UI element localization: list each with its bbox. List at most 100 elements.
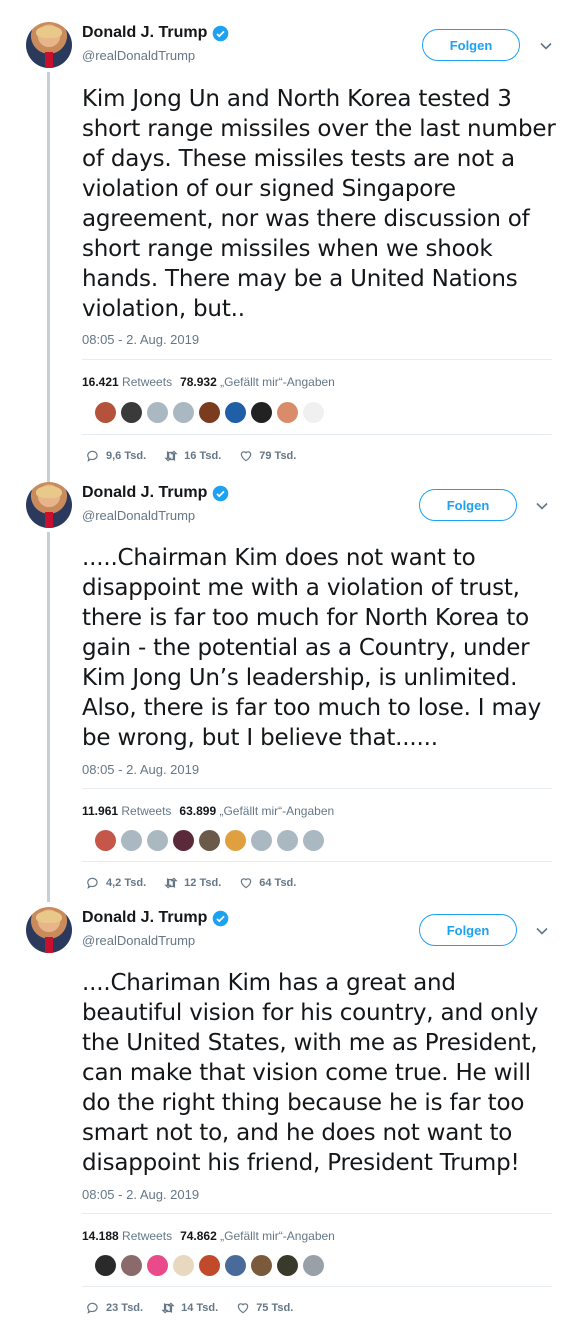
timestamp[interactable]: 08:05 - 2. Aug. 2019 bbox=[82, 1187, 199, 1202]
liker-avatar[interactable] bbox=[251, 402, 272, 423]
reply-icon bbox=[87, 450, 98, 462]
like-stat[interactable]: 63.899 „Gefällt mir“-Angaben bbox=[179, 804, 334, 818]
liker-avatar[interactable] bbox=[251, 1255, 272, 1276]
liker-avatar[interactable] bbox=[95, 402, 116, 423]
liker-avatar[interactable] bbox=[121, 402, 142, 423]
liker-avatar[interactable] bbox=[199, 1255, 220, 1276]
reply-action[interactable]: 4,2 Tsd. bbox=[86, 876, 146, 890]
verified-badge-icon bbox=[213, 910, 229, 926]
divider bbox=[82, 1286, 552, 1287]
thread-line bbox=[47, 532, 50, 902]
liker-avatar[interactable] bbox=[277, 402, 298, 423]
tweet-text: .....Chairman Kim does not want to disap… bbox=[82, 543, 562, 753]
like-stat-label: „Gefällt mir“-Angaben bbox=[220, 1229, 335, 1243]
divider bbox=[82, 788, 552, 789]
retweet-stat-label: Retweets bbox=[121, 804, 172, 818]
like-count: 79 Tsd. bbox=[259, 450, 297, 462]
author-handle[interactable]: @realDonaldTrump bbox=[82, 933, 195, 948]
retweet-action[interactable]: 14 Tsd. bbox=[161, 1301, 218, 1315]
heart-icon bbox=[240, 878, 252, 889]
liker-avatar[interactable] bbox=[173, 1255, 194, 1276]
avatar[interactable] bbox=[26, 907, 72, 953]
author-name[interactable]: Donald J. Trump bbox=[82, 24, 207, 42]
tweet-text-line: short range missiles over the last numbe… bbox=[82, 116, 556, 142]
like-action[interactable]: 75 Tsd. bbox=[236, 1301, 293, 1315]
tweet-text-line: smart not to, and he does not want to bbox=[82, 1120, 513, 1146]
avatar[interactable] bbox=[26, 482, 72, 528]
retweet-stat-count: 16.421 bbox=[82, 375, 119, 389]
follow-button[interactable]: Folgen bbox=[422, 29, 520, 61]
liker-avatar[interactable] bbox=[95, 830, 116, 851]
liker-avatar[interactable] bbox=[173, 830, 194, 851]
like-action[interactable]: 64 Tsd. bbox=[239, 876, 296, 890]
like-action[interactable]: 79 Tsd. bbox=[239, 449, 296, 463]
avatar[interactable] bbox=[26, 22, 72, 68]
retweet-stat-count: 14.188 bbox=[82, 1229, 119, 1243]
tweet-text-line: Kim Jong Un and North Korea tested 3 bbox=[82, 86, 512, 112]
engagement-stats: 14.188 Retweets 74.862 „Gefällt mir“-Ang… bbox=[82, 1229, 335, 1243]
retweet-stat[interactable]: 14.188 Retweets bbox=[82, 1229, 172, 1243]
liker-avatar[interactable] bbox=[199, 830, 220, 851]
liker-avatar[interactable] bbox=[121, 830, 142, 851]
liker-avatar[interactable] bbox=[121, 1255, 142, 1276]
tweet-text-line: disappoint his friend, President Trump! bbox=[82, 1150, 520, 1176]
tweet-text-line: do the right thing because he is far too bbox=[82, 1090, 525, 1116]
reply-action[interactable]: 23 Tsd. bbox=[86, 1301, 143, 1315]
author-handle[interactable]: @realDonaldTrump bbox=[82, 48, 195, 63]
like-stat[interactable]: 78.932 „Gefällt mir“-Angaben bbox=[180, 375, 335, 389]
heart-icon bbox=[237, 1303, 249, 1314]
liker-avatar[interactable] bbox=[303, 1255, 324, 1276]
like-stat-count: 78.932 bbox=[180, 375, 217, 389]
divider bbox=[82, 434, 552, 435]
thread-line bbox=[47, 72, 50, 482]
retweet-count: 12 Tsd. bbox=[184, 877, 222, 889]
author-name[interactable]: Donald J. Trump bbox=[82, 909, 207, 927]
liker-avatar[interactable] bbox=[147, 402, 168, 423]
like-stat-count: 74.862 bbox=[180, 1229, 217, 1243]
tweet-text-line: the United States, with me as President, bbox=[82, 1030, 538, 1056]
engagement-stats: 11.961 Retweets 63.899 „Gefällt mir“-Ang… bbox=[82, 804, 334, 818]
likers-avatars bbox=[95, 1255, 324, 1276]
author-name-row: Donald J. Trump bbox=[82, 484, 229, 502]
verified-badge-icon bbox=[213, 25, 229, 41]
divider bbox=[82, 359, 552, 360]
liker-avatar[interactable] bbox=[225, 1255, 246, 1276]
liker-avatar[interactable] bbox=[147, 830, 168, 851]
chevron-down-icon[interactable] bbox=[535, 499, 549, 513]
timestamp[interactable]: 08:05 - 2. Aug. 2019 bbox=[82, 332, 199, 347]
author-name[interactable]: Donald J. Trump bbox=[82, 484, 207, 502]
liker-avatar[interactable] bbox=[251, 830, 272, 851]
liker-avatar[interactable] bbox=[225, 830, 246, 851]
liker-avatar[interactable] bbox=[303, 402, 324, 423]
retweet-action[interactable]: 16 Tsd. bbox=[164, 449, 221, 463]
liker-avatar[interactable] bbox=[199, 402, 220, 423]
chevron-down-icon[interactable] bbox=[539, 39, 553, 53]
reply-action[interactable]: 9,6 Tsd. bbox=[86, 449, 146, 463]
likers-avatars bbox=[95, 830, 324, 851]
timestamp[interactable]: 08:05 - 2. Aug. 2019 bbox=[82, 762, 199, 777]
tweet-text-line: beautiful vision for his country, and on… bbox=[82, 1000, 539, 1026]
liker-avatar[interactable] bbox=[173, 402, 194, 423]
divider bbox=[82, 861, 552, 862]
liker-avatar[interactable] bbox=[277, 830, 298, 851]
chevron-down-icon[interactable] bbox=[535, 924, 549, 938]
like-stat-label: „Gefällt mir“-Angaben bbox=[220, 375, 335, 389]
liker-avatar[interactable] bbox=[95, 1255, 116, 1276]
liker-avatar[interactable] bbox=[277, 1255, 298, 1276]
liker-avatar[interactable] bbox=[225, 402, 246, 423]
retweet-stat[interactable]: 16.421 Retweets bbox=[82, 375, 172, 389]
liker-avatar[interactable] bbox=[147, 1255, 168, 1276]
tweet-text: Kim Jong Un and North Korea tested 3 sho… bbox=[82, 84, 562, 324]
reply-count: 9,6 Tsd. bbox=[106, 450, 147, 462]
retweet-stat[interactable]: 11.961 Retweets bbox=[82, 804, 171, 818]
like-stat-label: „Gefällt mir“-Angaben bbox=[219, 804, 335, 818]
divider bbox=[82, 1213, 552, 1214]
author-handle[interactable]: @realDonaldTrump bbox=[82, 508, 195, 523]
retweet-action[interactable]: 12 Tsd. bbox=[164, 876, 221, 890]
like-stat[interactable]: 74.862 „Gefällt mir“-Angaben bbox=[180, 1229, 335, 1243]
retweet-icon bbox=[164, 450, 178, 462]
follow-button[interactable]: Folgen bbox=[419, 914, 517, 946]
tweet-text-line: Kim Jong Un’s leadership, is unlimited. bbox=[82, 665, 518, 691]
liker-avatar[interactable] bbox=[303, 830, 324, 851]
follow-button[interactable]: Folgen bbox=[419, 489, 517, 521]
